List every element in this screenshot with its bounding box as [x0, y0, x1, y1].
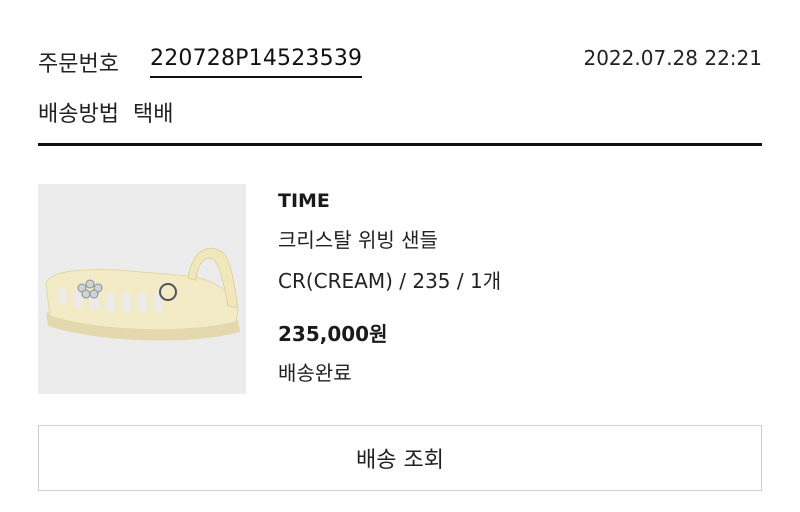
track-delivery-button[interactable]: 배송 조회: [38, 425, 762, 491]
delivery-status: 배송완료: [278, 361, 352, 385]
product-image[interactable]: [38, 184, 246, 394]
product-option: CR(CREAM) / 235 / 1개: [278, 269, 502, 293]
order-number-link[interactable]: 220728P14523539: [150, 46, 363, 78]
sandal-illustration: [38, 184, 246, 394]
shipping-method-label: 배송방법: [38, 102, 119, 127]
order-header: 주문번호 220728P14523539 2022.07.28 22:21: [38, 40, 762, 80]
product-brand: TIME: [278, 190, 330, 212]
product-price: 235,000원: [278, 322, 388, 346]
order-number-label: 주문번호: [38, 52, 119, 77]
shipping-method-row: 배송방법 택배: [38, 96, 173, 128]
order-date: 2022.07.28 22:21: [583, 46, 762, 70]
product-name[interactable]: 크리스탈 위빙 샌들: [278, 224, 438, 253]
section-divider: [38, 143, 762, 146]
shipping-method-value: 택배: [132, 102, 174, 127]
